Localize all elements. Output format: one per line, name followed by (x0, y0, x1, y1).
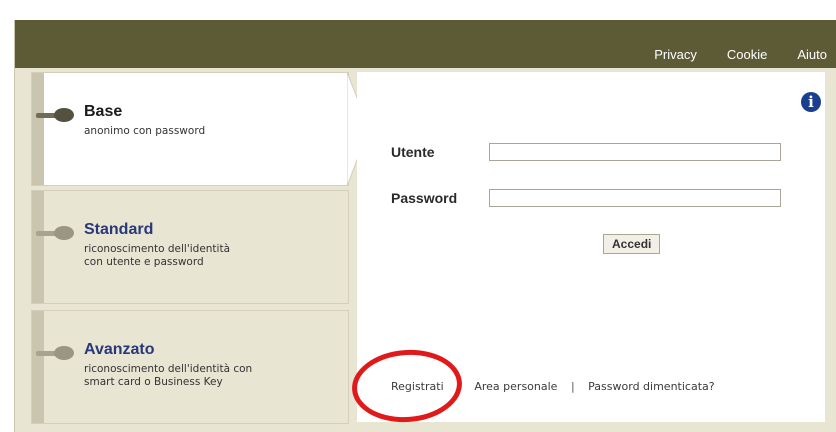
level-title: Avanzato (84, 341, 155, 358)
level-title: Base (84, 103, 123, 120)
separator: | (570, 380, 575, 393)
level-title: Standard (84, 221, 154, 238)
forgot-password-link[interactable]: Password dimenticata? (588, 380, 714, 393)
level-standard[interactable]: Standard riconoscimento dell'identità co… (31, 190, 349, 304)
level-description: anonimo con password (84, 125, 206, 137)
level-avanzato[interactable]: Avanzato riconoscimento dell'identità co… (31, 310, 349, 424)
password-field[interactable] (489, 189, 781, 207)
login-button[interactable]: Accedi (603, 234, 661, 254)
level-base[interactable]: Base anonimo con password (31, 72, 349, 186)
level-rail (32, 73, 44, 185)
toggle-knob-icon (36, 108, 74, 122)
info-icon[interactable]: i (801, 92, 821, 112)
personal-area-link[interactable]: Area personale (474, 380, 557, 393)
top-nav: Privacy Cookie Aiuto (654, 45, 836, 65)
user-field[interactable] (489, 143, 781, 161)
level-rail (32, 311, 44, 423)
toggle-knob-icon (36, 346, 74, 360)
level-description: riconoscimento dell'identità con smart c… (84, 363, 253, 388)
top-bar: Privacy Cookie Aiuto (15, 20, 836, 68)
privacy-link[interactable]: Privacy (654, 45, 697, 65)
toggle-knob-icon (36, 226, 74, 240)
user-label: Utente (391, 144, 435, 160)
password-label: Password (391, 190, 458, 206)
help-link[interactable]: Aiuto (797, 45, 827, 65)
level-rail (32, 191, 44, 303)
cookie-link[interactable]: Cookie (727, 45, 767, 65)
level-description: riconoscimento dell'identità con utente … (84, 243, 231, 268)
